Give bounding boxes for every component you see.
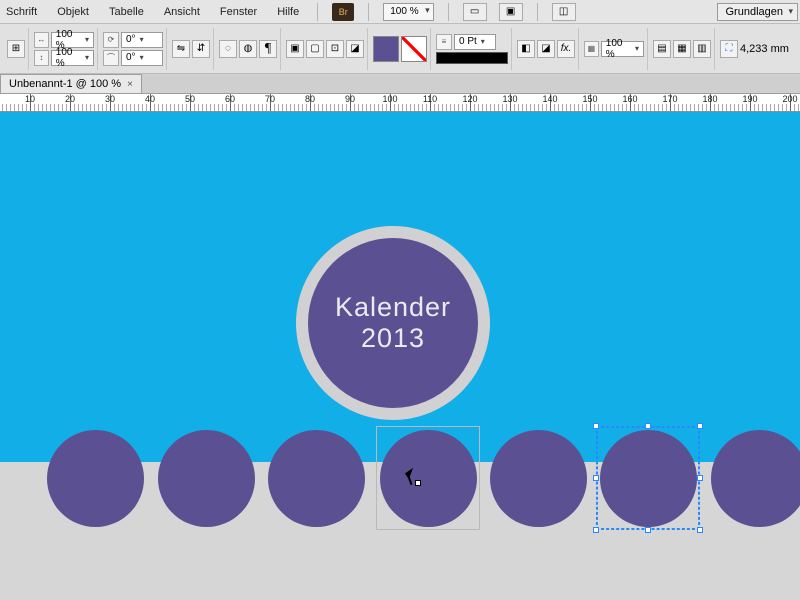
- scale-x-field[interactable]: 100 %: [51, 32, 94, 48]
- reference-point-icon[interactable]: ⊞: [7, 40, 25, 58]
- drop-shadow-icon[interactable]: ◪: [537, 40, 555, 58]
- title-line1: Kalender: [335, 292, 451, 323]
- document-tab-bar: Unbenannt-1 @ 100 % ×: [0, 74, 800, 94]
- fit-content-icon[interactable]: ▣: [286, 40, 304, 58]
- fill-swatch[interactable]: [373, 36, 399, 62]
- month-circle: [380, 430, 477, 527]
- separator: [317, 3, 318, 21]
- text-wrap-none-icon[interactable]: ▤: [653, 40, 671, 58]
- flip-horizontal-icon[interactable]: ⇋: [172, 40, 190, 58]
- select-content-icon[interactable]: ◍: [239, 40, 257, 58]
- document-tab[interactable]: Unbenannt-1 @ 100 % ×: [0, 74, 142, 93]
- opacity-field[interactable]: 100 %: [601, 41, 644, 57]
- screen-mode-icon[interactable]: ▣: [499, 3, 523, 21]
- separator: [368, 3, 369, 21]
- scale-x-icon: ↔: [34, 32, 49, 48]
- month-circle: [158, 430, 255, 527]
- menu-objekt[interactable]: Objekt: [53, 2, 93, 22]
- month-circle: [268, 430, 365, 527]
- zoom-combo[interactable]: 100 %: [383, 3, 433, 21]
- text-wrap-around-icon[interactable]: ▦: [673, 40, 691, 58]
- month-circle: [490, 430, 587, 527]
- text-wrap-jump-icon[interactable]: ▥: [693, 40, 711, 58]
- fill-frame-icon[interactable]: ◪: [346, 40, 364, 58]
- workspace-switcher[interactable]: Grundlagen: [717, 3, 799, 21]
- canvas[interactable]: Kalender 2013: [0, 112, 800, 600]
- menu-ansicht[interactable]: Ansicht: [160, 2, 204, 22]
- control-panel: ⊞ ↔100 % ↕100 % ⟳0° ⌒0° ⇋ ⇵ ◌ ◍ ¶ ▣ ▢ ⊡ …: [0, 24, 800, 74]
- close-icon[interactable]: ×: [127, 79, 133, 90]
- measurement-field[interactable]: 4,233 mm: [740, 43, 798, 55]
- stroke-weight-field[interactable]: 0 Pt: [454, 34, 496, 50]
- title-line2: 2013: [361, 323, 425, 354]
- transform-icon[interactable]: ⛶: [720, 40, 738, 58]
- bridge-button[interactable]: Br: [332, 3, 354, 21]
- horizontal-ruler[interactable]: 0102030405060708090100110120130140150160…: [0, 94, 800, 112]
- scale-y-icon: ↕: [34, 50, 49, 66]
- month-circle: [47, 430, 144, 527]
- menu-fenster[interactable]: Fenster: [216, 2, 261, 22]
- arrange-icon[interactable]: ◫: [552, 3, 576, 21]
- rotate-field[interactable]: 0°: [121, 32, 163, 48]
- stroke-style-icon[interactable]: [436, 52, 508, 64]
- paragraph-icon[interactable]: ¶: [259, 40, 277, 58]
- stroke-weight-icon: ≡: [436, 34, 452, 50]
- document-tab-title: Unbenannt-1 @ 100 %: [9, 78, 121, 90]
- select-container-icon[interactable]: ◌: [219, 40, 237, 58]
- month-circle: [600, 430, 697, 527]
- effects-icon[interactable]: fx.: [557, 40, 575, 58]
- fit-frame-icon[interactable]: ▢: [306, 40, 324, 58]
- month-circle: [711, 430, 800, 527]
- opacity-icon[interactable]: ◧: [517, 40, 535, 58]
- menu-schrift[interactable]: Schrift: [2, 2, 41, 22]
- scale-y-field[interactable]: 100 %: [51, 50, 94, 66]
- shear-icon: ⌒: [103, 50, 119, 66]
- view-mode-icon[interactable]: ▭: [463, 3, 487, 21]
- separator: [448, 3, 449, 21]
- rotate-icon: ⟳: [103, 32, 119, 48]
- center-content-icon[interactable]: ⊡: [326, 40, 344, 58]
- stroke-swatch[interactable]: [401, 36, 427, 62]
- title-circle-ring: Kalender 2013: [296, 226, 490, 420]
- title-circle: Kalender 2013: [308, 238, 478, 408]
- opacity-percent-icon: ▦: [584, 41, 599, 57]
- flip-vertical-icon[interactable]: ⇵: [192, 40, 210, 58]
- cursor-icon: [406, 470, 418, 488]
- menubar: Schrift Objekt Tabelle Ansicht Fenster H…: [0, 0, 800, 24]
- separator: [537, 3, 538, 21]
- menu-tabelle[interactable]: Tabelle: [105, 2, 148, 22]
- menu-hilfe[interactable]: Hilfe: [273, 2, 303, 22]
- shear-field[interactable]: 0°: [121, 50, 163, 66]
